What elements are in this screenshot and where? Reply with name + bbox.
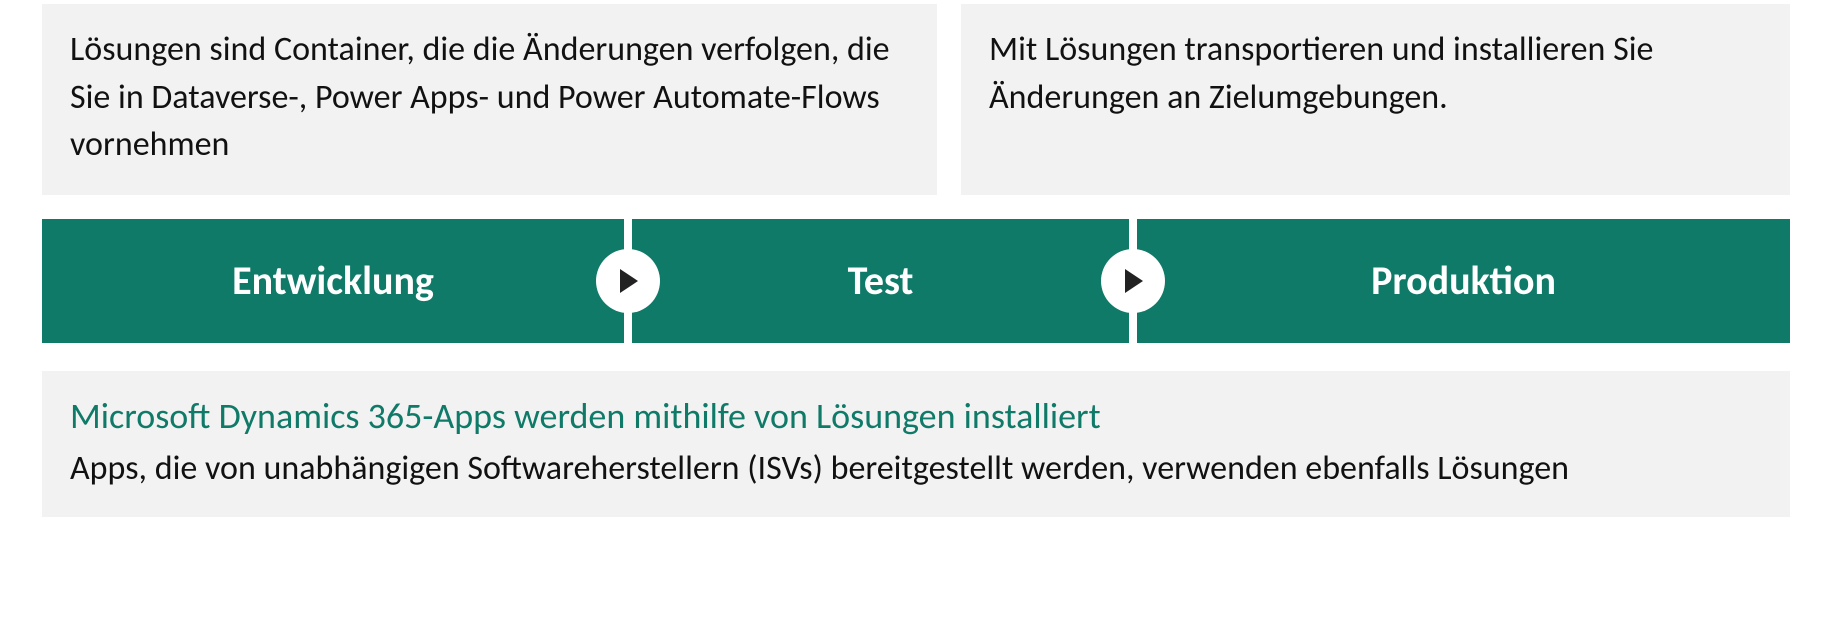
info-text-left: Lösungen sind Container, die die Änderun… (70, 26, 909, 169)
arrow-right-icon (1101, 249, 1165, 313)
stage-label: Test (848, 256, 914, 305)
info-text-right: Mit Lösungen transportieren und installi… (989, 26, 1762, 121)
stage-production: Produktion (1137, 219, 1790, 343)
stage-development: Entwicklung (42, 219, 624, 343)
stage-test: Test (632, 219, 1129, 343)
bottom-headline: Microsoft Dynamics 365-Apps werden mithi… (70, 393, 1762, 440)
info-box-solutions-container: Lösungen sind Container, die die Änderun… (42, 4, 937, 195)
bottom-info-box: Microsoft Dynamics 365-Apps werden mithi… (42, 371, 1790, 518)
stage-flow: Entwicklung Test Produktion (42, 219, 1790, 343)
arrow-right-icon (596, 249, 660, 313)
info-box-transport: Mit Lösungen transportieren und installi… (961, 4, 1790, 195)
stage-label: Entwicklung (232, 256, 434, 305)
bottom-subline: Apps, die von unabhängigen Softwareherst… (70, 446, 1762, 492)
stage-label: Produktion (1371, 256, 1556, 305)
info-box-row: Lösungen sind Container, die die Änderun… (42, 4, 1790, 195)
